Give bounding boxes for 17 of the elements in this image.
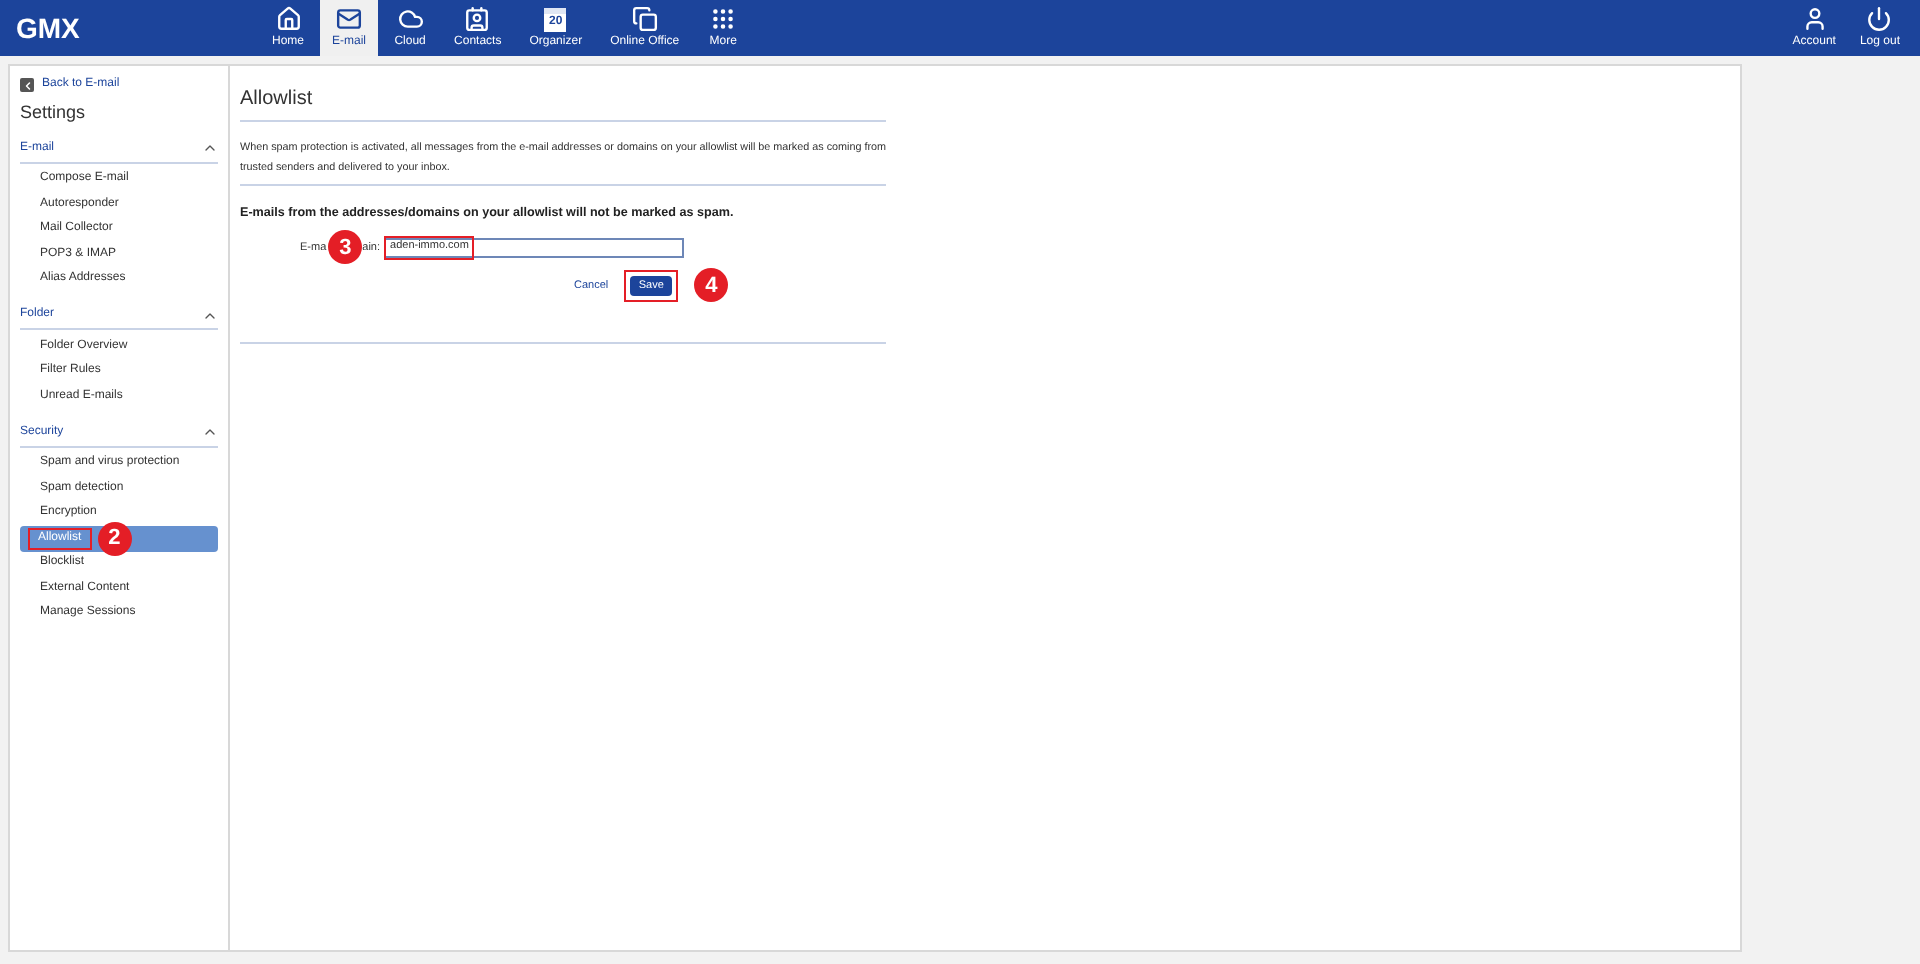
step-number-badge: 3 <box>328 230 363 265</box>
page-title: Allowlist <box>240 84 886 122</box>
collapse-icon[interactable] <box>202 424 218 440</box>
envelope-icon <box>336 6 363 32</box>
logo: GMX <box>16 9 82 47</box>
user-icon <box>1801 6 1828 32</box>
contact-book-icon <box>464 6 491 32</box>
house-icon <box>275 6 301 32</box>
grid-icon <box>710 6 737 32</box>
step-number-badge: 4 <box>694 268 729 303</box>
sidebar-title: Settings <box>20 100 88 126</box>
collapse-icon[interactable] <box>202 140 218 156</box>
back-icon <box>20 78 34 92</box>
cloud-icon <box>397 6 424 32</box>
power-icon <box>1866 6 1893 32</box>
step-number-badge: 2 <box>97 521 132 556</box>
documents-icon <box>631 6 658 32</box>
